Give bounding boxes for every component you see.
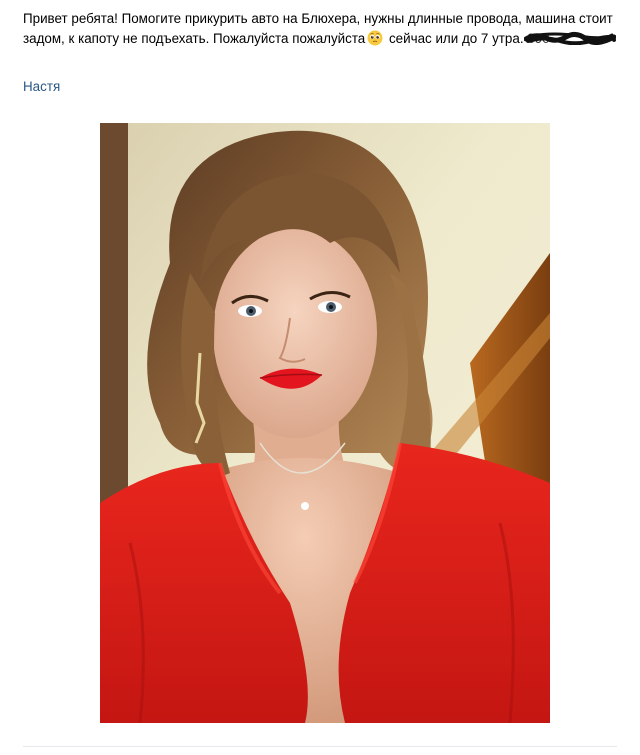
pleading-face-emoji-icon (367, 30, 383, 46)
redacted-phone: 890 (523, 29, 616, 49)
author-link[interactable]: Настя (23, 78, 60, 96)
post-photo[interactable] (100, 123, 550, 723)
post-divider (23, 746, 617, 747)
wall-post: Привет ребята! Помогите прикурить авто н… (0, 0, 640, 755)
redaction-scribble-icon (523, 31, 616, 45)
post-text: Привет ребята! Помогите прикурить авто н… (23, 9, 623, 49)
selfie-photo-image (100, 123, 550, 723)
post-text-tail: сейчас или до 7 утра. (385, 31, 528, 46)
